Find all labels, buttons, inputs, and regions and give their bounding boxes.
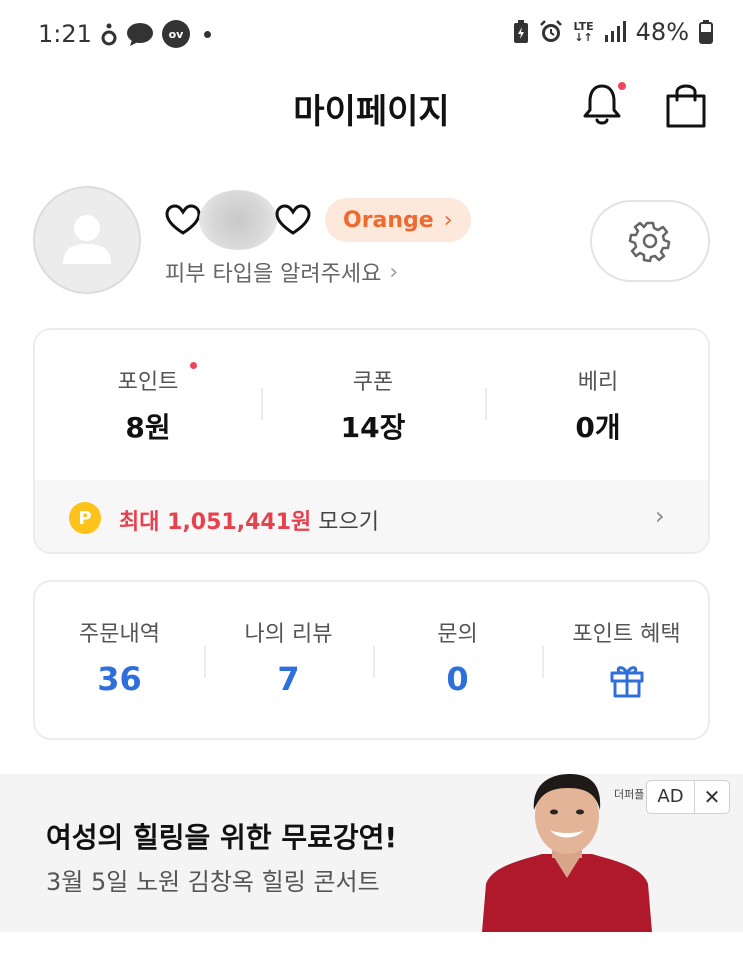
ad-title: 여성의 힐링을 위한 무료강연! bbox=[46, 821, 398, 854]
settings-button[interactable] bbox=[590, 200, 710, 282]
coupons-label: 쿠폰 bbox=[352, 370, 394, 395]
battery-icon bbox=[699, 20, 713, 44]
points-stat[interactable]: 포인트 8원 bbox=[35, 364, 261, 446]
ad-brand: 더퍼플 bbox=[614, 788, 645, 801]
gear-icon bbox=[628, 221, 671, 263]
my-reviews-count: 7 bbox=[277, 660, 300, 698]
collect-points-text: 최대 1,051,441원 모으기 bbox=[119, 504, 379, 536]
profile-name-row[interactable]: Orange › bbox=[165, 190, 471, 250]
points-value: 8원 bbox=[125, 411, 171, 444]
membership-grade-badge[interactable]: Orange › bbox=[325, 198, 471, 242]
chevron-right-icon: › bbox=[655, 502, 665, 530]
lte-label: LTE bbox=[573, 20, 594, 33]
blurred-nickname bbox=[199, 190, 277, 250]
notification-dot bbox=[618, 82, 626, 90]
chevron-right-icon: › bbox=[443, 207, 453, 233]
status-time: 1:21 bbox=[38, 20, 92, 48]
notification-app-icon bbox=[101, 23, 117, 46]
close-icon[interactable]: ✕ bbox=[695, 781, 729, 813]
ov-app-icon: ov bbox=[162, 20, 190, 48]
alarm-icon bbox=[540, 20, 563, 42]
inquiry-label: 문의 bbox=[437, 622, 478, 647]
points-new-dot bbox=[190, 362, 197, 369]
chevron-right-icon: › bbox=[389, 259, 399, 285]
my-reviews-label: 나의 리뷰 bbox=[244, 622, 333, 647]
order-history-count: 36 bbox=[97, 660, 142, 698]
status-notification-icons: ov bbox=[100, 20, 211, 48]
page-title: 마이페이지 bbox=[293, 92, 450, 132]
skin-type-link[interactable]: 피부 타입을 알려주세요 › bbox=[165, 256, 398, 288]
inquiry-count: 0 bbox=[446, 660, 469, 698]
ad-label: AD bbox=[647, 781, 695, 813]
header: 마이페이지 bbox=[0, 72, 743, 138]
berry-stat[interactable]: 베리 0개 bbox=[485, 364, 708, 446]
point-benefits-label: 포인트 혜택 bbox=[572, 622, 681, 647]
more-notifications-dot bbox=[204, 30, 211, 38]
my-reviews-stat[interactable]: 나의 리뷰 7 bbox=[204, 616, 373, 698]
activity-card: 주문내역 36 나의 리뷰 7 문의 0 포인트 혜택 bbox=[33, 580, 710, 740]
grade-label: Orange bbox=[343, 207, 434, 233]
berry-label: 베리 bbox=[577, 370, 619, 395]
skin-type-label: 피부 타입을 알려주세요 bbox=[165, 262, 382, 287]
status-system-icons: LTE ↓↑ 48% bbox=[513, 18, 713, 46]
collect-points-banner[interactable]: P 최대 1,051,441원 모으기 › bbox=[35, 480, 708, 552]
point-benefits-stat[interactable]: 포인트 혜택 bbox=[542, 616, 711, 702]
battery-percent: 48% bbox=[635, 18, 689, 46]
benefits-card: 포인트 8원 쿠폰 14장 베리 0개 P 최대 1,051,441원 모으기 … bbox=[33, 328, 710, 554]
ad-badge: AD ✕ bbox=[646, 780, 730, 814]
order-history-stat[interactable]: 주문내역 36 bbox=[35, 616, 204, 698]
point-coin-icon: P bbox=[69, 502, 101, 534]
ad-subtitle: 3월 5일 노원 김창옥 힐링 콘서트 bbox=[46, 868, 380, 896]
order-history-label: 주문내역 bbox=[79, 622, 160, 647]
inquiry-stat[interactable]: 문의 0 bbox=[373, 616, 542, 698]
signal-icon bbox=[604, 21, 626, 42]
heart-icon bbox=[275, 204, 311, 235]
battery-saver-icon bbox=[514, 20, 529, 43]
ad-banner[interactable]: 여성의 힐링을 위한 무료강연! 3월 5일 노원 김창옥 힐링 콘서트 더퍼플… bbox=[0, 774, 743, 932]
heart-icon bbox=[165, 204, 201, 235]
berry-value: 0개 bbox=[575, 411, 621, 444]
gift-icon bbox=[610, 666, 643, 698]
collect-points-amount: 최대 1,051,441원 bbox=[119, 510, 312, 535]
chat-bubble-icon bbox=[127, 23, 153, 46]
points-label: 포인트 bbox=[117, 370, 179, 395]
lte-indicator: LTE ↓↑ bbox=[573, 20, 594, 44]
default-user-icon bbox=[63, 215, 111, 264]
status-bar: 1:21 ov LTE ↓↑ 48% bbox=[0, 0, 743, 70]
coupons-stat[interactable]: 쿠폰 14장 bbox=[260, 364, 486, 446]
collect-points-suffix: 모으기 bbox=[311, 510, 379, 535]
coupons-value: 14장 bbox=[340, 411, 406, 444]
avatar[interactable] bbox=[33, 186, 141, 294]
shopping-bag-icon[interactable] bbox=[660, 80, 712, 132]
